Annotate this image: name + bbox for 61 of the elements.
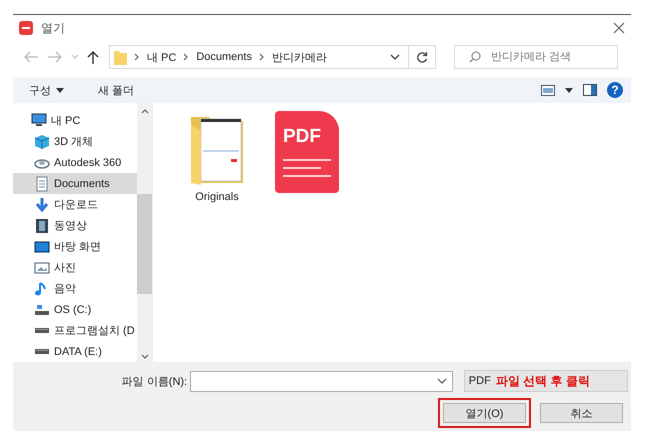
toolbar-button[interactable]: 구성 [23,80,70,100]
search-input[interactable]: 반디카메라 검색 [491,51,611,63]
document-icon [34,176,50,192]
search-icon [469,51,481,63]
sidebar-item[interactable]: 다운로드 [13,194,137,215]
file-type-label: PDF [283,127,322,147]
search-box[interactable]: 반디카메라 검색 [454,45,618,69]
breadcrumb[interactable]: 반디카메라 [272,50,327,64]
address-bar[interactable]: 내 PC Documents 반디카메라 [109,45,409,69]
sidebar-item[interactable]: 내 PC [13,110,137,131]
computer-icon [31,112,47,128]
scroll-down-icon [140,354,148,359]
up-arrow-icon[interactable] [87,50,99,64]
annotation-text: 파일 선택 후 클릭 [496,372,590,390]
open-button[interactable]: 열기(O) [443,403,526,423]
toolbar-button[interactable]: 새 폴더 [92,80,140,100]
file-name[interactable]: Originals [195,191,239,203]
sidebar-item[interactable]: DATA (E:) [13,341,137,362]
sidebar-item[interactable]: 동영상 [13,215,137,236]
folder-icon [114,49,127,65]
dropdown-chevron-icon [436,378,447,384]
down-arrow-icon [34,196,50,212]
pdf-file-icon[interactable]: PDF [275,111,339,193]
window-title: 열기 [41,20,65,36]
app-icon [19,21,33,35]
chevron-right-icon [134,53,140,61]
filename-field[interactable] [190,370,453,392]
file-type-text: PDF [468,375,491,387]
dropdown-chevron-icon[interactable] [390,54,400,60]
drive-icon [35,349,49,354]
cancel-button[interactable]: 취소 [540,403,623,423]
sidebar-item[interactable]: 사진 [13,257,137,278]
chevron-right-icon [258,53,265,61]
scrollbar-thumb[interactable] [137,194,152,294]
film-icon [34,218,50,234]
sidebar-item[interactable]: 음악 [13,278,137,299]
preview-pane-icon[interactable] [583,84,597,96]
drive-icon [35,304,49,314]
scrollbar[interactable] [137,103,152,362]
caret-icon[interactable] [565,88,573,92]
refresh-icon [416,51,428,63]
sidebar-item[interactable]: 3D 개체 [13,131,137,152]
refresh-button[interactable] [408,45,436,69]
filename-label: 파일 이름(N): [120,374,188,388]
scroll-up-icon [140,109,148,114]
help-button[interactable]: ? [607,82,623,98]
view-icon[interactable] [541,84,555,96]
sidebar-item[interactable]: OS (C:) [13,299,137,320]
chevron-right-icon [183,53,190,61]
breadcrumb[interactable]: Documents [196,51,252,63]
drive-icon [35,328,49,333]
sidebar-item[interactable]: Documents [13,173,137,194]
picture-icon [34,260,50,276]
sidebar-item[interactable]: 프로그램설치 (D [13,320,137,341]
monitor-icon [34,238,50,254]
cube-icon [34,134,50,150]
sidebar-item[interactable]: 바탕 화면 [13,236,137,257]
file-type-dropdown[interactable]: PDF 파일 선택 후 클릭 [464,370,628,392]
breadcrumb[interactable]: 내 PC [147,50,176,64]
close-icon[interactable] [613,22,625,34]
sidebar-item[interactable]: Autodesk 360 [13,152,137,173]
